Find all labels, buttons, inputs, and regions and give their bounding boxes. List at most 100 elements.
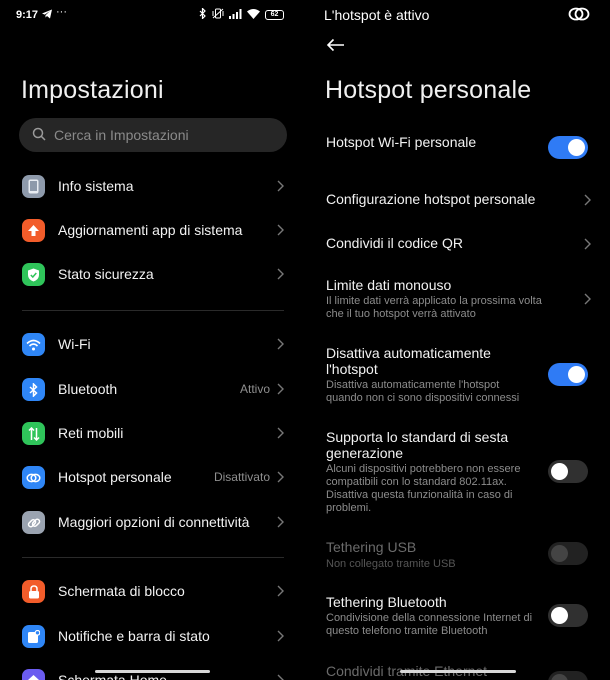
row-title: Tethering Bluetooth [326, 594, 447, 610]
more-notifications-icon: ··· [56, 6, 67, 18]
row-title: Supporta lo standard di sesta generazion… [326, 429, 509, 461]
row-subtitle: Condivisione della connessione Internet … [326, 612, 533, 637]
bluetooth-icon [22, 378, 45, 401]
limite-dati-row[interactable]: Limite dati monouso Il limite dati verrà… [306, 270, 610, 326]
status-time: 9:17 [16, 9, 39, 21]
home-indicator[interactable] [95, 670, 210, 673]
status-bar: L'hotspot è attivo [306, 0, 610, 30]
bluetooth-status-value: Attivo [239, 382, 270, 396]
settings-item-label: Aggiornamenti app di sistema [58, 222, 243, 238]
bluetooth-status-icon [199, 7, 207, 22]
settings-item-info-sistema[interactable]: Info sistema [0, 165, 306, 209]
arrow-up-icon [22, 219, 45, 242]
tethering-bluetooth-toggle[interactable] [548, 604, 588, 627]
hotspot-icon [568, 5, 590, 26]
tethering-usb-toggle [548, 542, 588, 565]
search-input[interactable]: Cerca in Impostazioni [19, 118, 287, 152]
settings-item-stato-sicurezza[interactable]: Stato sicurezza [0, 253, 306, 297]
sesta-generazione-toggle[interactable] [548, 460, 588, 483]
settings-item-reti-mobili[interactable]: Reti mobili [0, 412, 306, 456]
battery-icon: 62 [265, 10, 284, 20]
settings-item-schermata-blocco[interactable]: Schermata di blocco [0, 570, 306, 614]
row-title: Configurazione hotspot personale [326, 191, 536, 207]
settings-item-label: Bluetooth [58, 381, 118, 397]
chevron-right-icon [277, 382, 284, 400]
configurazione-row[interactable]: Configurazione hotspot personale [306, 183, 610, 213]
chevron-right-icon [277, 267, 284, 285]
hotspot-wifi-row[interactable]: Hotspot Wi-Fi personale [306, 130, 610, 166]
page-title: Hotspot personale [325, 76, 532, 104]
chevron-right-icon [584, 292, 591, 310]
settings-item-aggiornamenti[interactable]: Aggiornamenti app di sistema [0, 209, 306, 253]
hotspot-panel: L'hotspot è attivo Hotspot personale Hot… [306, 0, 610, 680]
settings-item-bluetooth[interactable]: Bluetooth Attivo [0, 368, 306, 412]
disattiva-auto-toggle[interactable] [548, 363, 588, 386]
mobile-data-icon [22, 422, 45, 445]
chevron-right-icon [277, 179, 284, 197]
settings-item-label: Reti mobili [58, 425, 124, 441]
chevron-right-icon [277, 584, 284, 602]
row-subtitle: Alcuni dispositivi potrebbero non essere… [326, 463, 521, 514]
chevron-right-icon [584, 193, 591, 211]
phone-icon [22, 175, 45, 198]
settings-item-label: Hotspot personale [58, 469, 172, 485]
row-title: Condividi il codice QR [326, 235, 463, 251]
chevron-right-icon [277, 673, 284, 680]
settings-item-label: Info sistema [58, 178, 134, 194]
ethernet-row: Condividi tramite Ethernet [306, 657, 610, 680]
hotspot-wifi-toggle[interactable] [548, 136, 588, 159]
settings-item-label: Wi-Fi [58, 336, 91, 352]
hotspot-icon [22, 466, 45, 489]
row-title: Limite dati monouso [326, 277, 452, 293]
divider [22, 557, 284, 558]
row-subtitle: Non collegato tramite USB [326, 558, 456, 570]
chevron-right-icon [277, 426, 284, 444]
settings-item-hotspot[interactable]: Hotspot personale Disattivato [0, 456, 306, 500]
hotspot-active-text: L'hotspot è attivo [324, 7, 430, 23]
divider [22, 310, 284, 311]
chevron-right-icon [584, 237, 591, 255]
lock-icon [22, 580, 45, 603]
telegram-icon [42, 9, 52, 22]
row-subtitle: Disattiva automaticamente l'hotspot quan… [326, 379, 520, 404]
link-icon [22, 511, 45, 534]
row-title: Tethering USB [326, 539, 417, 555]
chevron-right-icon [277, 337, 284, 355]
chevron-right-icon [277, 470, 284, 488]
settings-item-label: Notifiche e barra di stato [58, 628, 210, 644]
chevron-right-icon [277, 223, 284, 241]
qr-code-row[interactable]: Condividi il codice QR [306, 228, 610, 258]
chevron-right-icon [277, 515, 284, 533]
settings-item-label: Stato sicurezza [58, 266, 154, 282]
sesta-generazione-row[interactable]: Supporta lo standard di sesta generazion… [306, 424, 610, 519]
back-arrow-icon[interactable] [326, 38, 345, 57]
wifi-icon [22, 333, 45, 356]
home-indicator[interactable] [400, 670, 516, 673]
search-icon [32, 127, 46, 146]
notification-icon [22, 625, 45, 648]
ethernet-toggle [548, 671, 588, 680]
home-icon [22, 669, 45, 680]
settings-item-label: Schermata di blocco [58, 583, 185, 599]
page-title: Impostazioni [21, 76, 164, 104]
settings-item-wifi[interactable]: Wi-Fi [0, 323, 306, 367]
tethering-usb-row: Tethering USB Non collegato tramite USB [306, 534, 610, 574]
shield-check-icon [22, 263, 45, 286]
settings-item-notifiche[interactable]: Notifiche e barra di stato [0, 615, 306, 659]
status-bar: 9:17 ··· 62 [0, 0, 306, 30]
tethering-bluetooth-row[interactable]: Tethering Bluetooth Condivisione della c… [306, 589, 610, 639]
settings-panel: 9:17 ··· 62 Impostazioni Cerca in Impost [0, 0, 306, 680]
chevron-right-icon [277, 629, 284, 647]
vibrate-off-icon [212, 8, 224, 22]
signal-icon [229, 8, 242, 22]
search-placeholder: Cerca in Impostazioni [54, 127, 189, 143]
hotspot-status-value: Disattivato [213, 470, 270, 484]
wifi-status-icon [247, 8, 260, 22]
settings-item-label: Maggiori opzioni di connettività [58, 514, 250, 530]
settings-item-connettivita[interactable]: Maggiori opzioni di connettività [0, 501, 306, 545]
row-title: Hotspot Wi-Fi personale [326, 134, 477, 150]
row-title: Disattiva automaticamente l'hotspot [326, 345, 491, 377]
row-subtitle: Il limite dati verrà applicato la prossi… [326, 295, 542, 320]
disattiva-auto-row[interactable]: Disattiva automaticamente l'hotspot Disa… [306, 340, 610, 410]
settings-item-label: Schermata Home [58, 672, 167, 680]
